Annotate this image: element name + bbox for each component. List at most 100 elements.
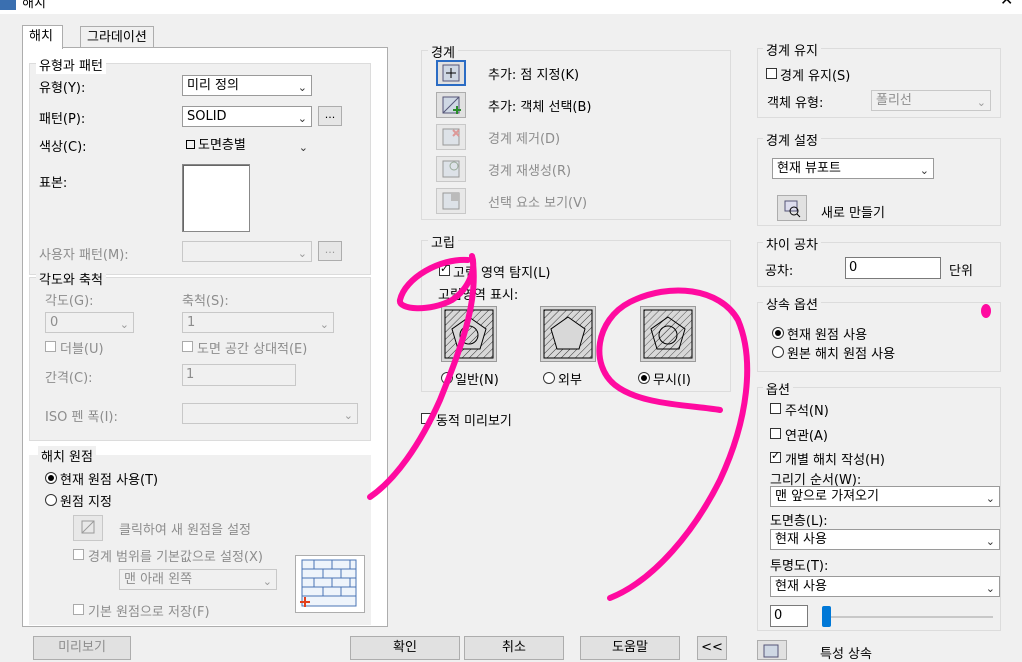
color-select[interactable]: 도면층별 ⌄ — [182, 136, 312, 157]
inherit-current-origin-radio[interactable] — [772, 327, 784, 339]
view-selections-label: 선택 요소 보기(V) — [488, 196, 588, 211]
origin-position-value: 맨 아래 왼쪽 — [124, 572, 193, 587]
boundary-set-value: 현재 뷰포트 — [777, 161, 841, 176]
color-value: 도면층별 — [198, 138, 246, 153]
island-detection-checkbox[interactable] — [439, 262, 450, 276]
title-bar: 해치 ✕ — [0, 0, 1022, 14]
iso-pen-select[interactable]: ⌄ — [182, 403, 358, 424]
island-normal-radio[interactable] — [441, 372, 453, 384]
transparency-value: 현재 사용 — [775, 579, 827, 594]
recreate-boundary-icon — [442, 160, 460, 178]
retain-boundaries-label: 경계 유지(S) — [780, 69, 851, 84]
associative-label: 연관(A) — [785, 429, 828, 444]
color-swatch — [186, 140, 195, 149]
layer-value: 현재 사용 — [775, 532, 827, 547]
double-checkbox[interactable] — [45, 341, 56, 352]
associative-checkbox[interactable] — [770, 428, 781, 439]
view-selections-button[interactable] — [436, 188, 466, 214]
default-boundary-checkbox[interactable] — [73, 549, 84, 560]
annotative-checkbox[interactable] — [770, 403, 781, 414]
gap-tolerance-group: 차이 공차 공차: 0 단위 — [757, 234, 1001, 287]
tolerance-unit-label: 단위 — [949, 264, 973, 279]
add-pick-points-button[interactable] — [436, 60, 466, 86]
layer-label: 도면층(L): — [770, 514, 828, 529]
object-type-select[interactable]: 폴리선 ⌄ — [871, 90, 991, 111]
island-outer-radio[interactable] — [543, 372, 555, 384]
use-current-origin-radio[interactable] — [45, 472, 57, 484]
pattern-value: SOLID — [187, 109, 227, 124]
island-display-label: 고립영역 표시: — [438, 288, 519, 303]
island-ignore-image[interactable] — [640, 306, 696, 362]
custom-pattern-select[interactable]: ⌄ — [182, 241, 312, 262]
specified-origin-label: 원점 지정 — [60, 495, 112, 510]
angle-label: 각도(G): — [45, 294, 94, 309]
island-normal-image[interactable] — [441, 306, 497, 362]
chevron-down-icon: ⌄ — [297, 81, 307, 94]
dynamic-preview-checkbox[interactable] — [421, 413, 432, 424]
scale-label: 축척(S): — [182, 294, 229, 309]
pattern-label: 패턴(P): — [39, 112, 86, 127]
remove-boundaries-label: 경계 제거(D) — [488, 132, 561, 147]
island-outer-icon — [543, 309, 593, 359]
select-objects-icon — [442, 96, 461, 114]
close-icon[interactable]: ✕ — [1000, 0, 1013, 9]
collapse-button[interactable]: << — [697, 636, 727, 660]
paper-space-checkbox[interactable] — [182, 341, 193, 352]
chevron-down-icon: ⌄ — [976, 96, 986, 109]
transparency-number-field[interactable]: 0 — [770, 605, 808, 627]
inherit-properties-button[interactable] — [757, 640, 787, 660]
iso-pen-label: ISO 펜 폭(I): — [45, 410, 118, 425]
islands-group: 고립 고립 영역 탐지(L) 고립영역 표시: 일반(N) 외부 무시(I) — [421, 232, 731, 392]
chevron-down-icon: ⌄ — [343, 409, 353, 422]
recreate-boundary-button[interactable] — [436, 156, 466, 182]
ok-button[interactable]: 확인 — [350, 636, 460, 660]
transparency-slider-thumb[interactable] — [822, 606, 831, 627]
add-select-objects-button[interactable] — [436, 92, 466, 118]
chevron-down-icon: ⌄ — [985, 492, 995, 505]
boundary-set-select[interactable]: 현재 뷰포트 ⌄ — [772, 158, 934, 179]
inherit-source-origin-radio[interactable] — [772, 346, 784, 358]
hatch-tab-panel: 유형과 패턴 유형(Y): 미리 정의 ⌄ 패턴(P): SOLID ⌄ ...… — [22, 47, 388, 627]
spacing-label: 간격(C): — [45, 371, 93, 386]
gap-tolerance-title: 차이 공차 — [763, 234, 821, 253]
angle-scale-group: 각도와 축척 각도(G): 0 ⌄ 축척(S): 1 ⌄ 더블(U) 도면 공간… — [29, 269, 371, 441]
remove-boundaries-button[interactable] — [436, 124, 466, 150]
inherit-properties-icon — [763, 644, 779, 658]
tolerance-field[interactable]: 0 — [845, 257, 941, 279]
transparency-select[interactable]: 현재 사용 ⌄ — [770, 576, 1000, 597]
preview-button[interactable]: 미리보기 — [33, 636, 131, 660]
store-default-checkbox[interactable] — [73, 604, 84, 615]
custom-browse-button[interactable]: ... — [318, 241, 342, 261]
scale-select[interactable]: 1 ⌄ — [182, 312, 334, 333]
boundary-set-group: 경계 설정 현재 뷰포트 ⌄ 새로 만들기 — [757, 130, 1001, 226]
cancel-button[interactable]: 취소 — [464, 636, 564, 660]
new-boundary-set-button[interactable] — [777, 195, 807, 221]
retain-boundaries-checkbox[interactable] — [766, 68, 777, 79]
draw-order-select[interactable]: 맨 앞으로 가져오기 ⌄ — [770, 486, 1000, 507]
draw-order-value: 맨 앞으로 가져오기 — [775, 489, 879, 504]
island-ignore-icon — [643, 309, 693, 359]
angle-select[interactable]: 0 ⌄ — [45, 312, 134, 333]
separate-hatches-checkbox[interactable] — [770, 449, 781, 463]
remove-boundaries-icon — [442, 128, 460, 146]
inherit-current-origin-label: 현재 원점 사용 — [787, 328, 868, 343]
type-select[interactable]: 미리 정의 ⌄ — [182, 75, 312, 96]
origin-position-select[interactable]: 맨 아래 왼쪽 ⌄ — [119, 569, 277, 590]
specified-origin-radio[interactable] — [45, 494, 57, 506]
chevron-down-icon: ⌄ — [319, 318, 329, 331]
pattern-browse-button[interactable]: ... — [318, 106, 342, 126]
click-set-origin-button[interactable] — [73, 515, 103, 541]
inherit-source-origin-label: 원본 해치 원점 사용 — [787, 347, 896, 362]
pattern-select[interactable]: SOLID ⌄ — [182, 106, 312, 127]
help-button[interactable]: 도움말 — [580, 636, 680, 660]
layer-select[interactable]: 현재 사용 ⌄ — [770, 529, 1000, 550]
transparency-slider-track[interactable] — [823, 616, 993, 618]
island-outer-image[interactable] — [540, 306, 596, 362]
pattern-sample-swatch[interactable] — [182, 164, 250, 232]
tab-hatch[interactable]: 해치 — [22, 25, 63, 49]
options-group: 옵션 주석(N) 연관(A) 개별 해치 작성(H) 그리기 순서(W): 맨 … — [757, 379, 1001, 631]
inherit-options-group: 상속 옵션 현재 원점 사용 원본 해치 원점 사용 — [757, 294, 1001, 372]
island-ignore-radio[interactable] — [638, 372, 650, 384]
tab-gradient[interactable]: 그라데이션 — [80, 26, 154, 48]
spacing-field[interactable]: 1 — [182, 364, 296, 386]
